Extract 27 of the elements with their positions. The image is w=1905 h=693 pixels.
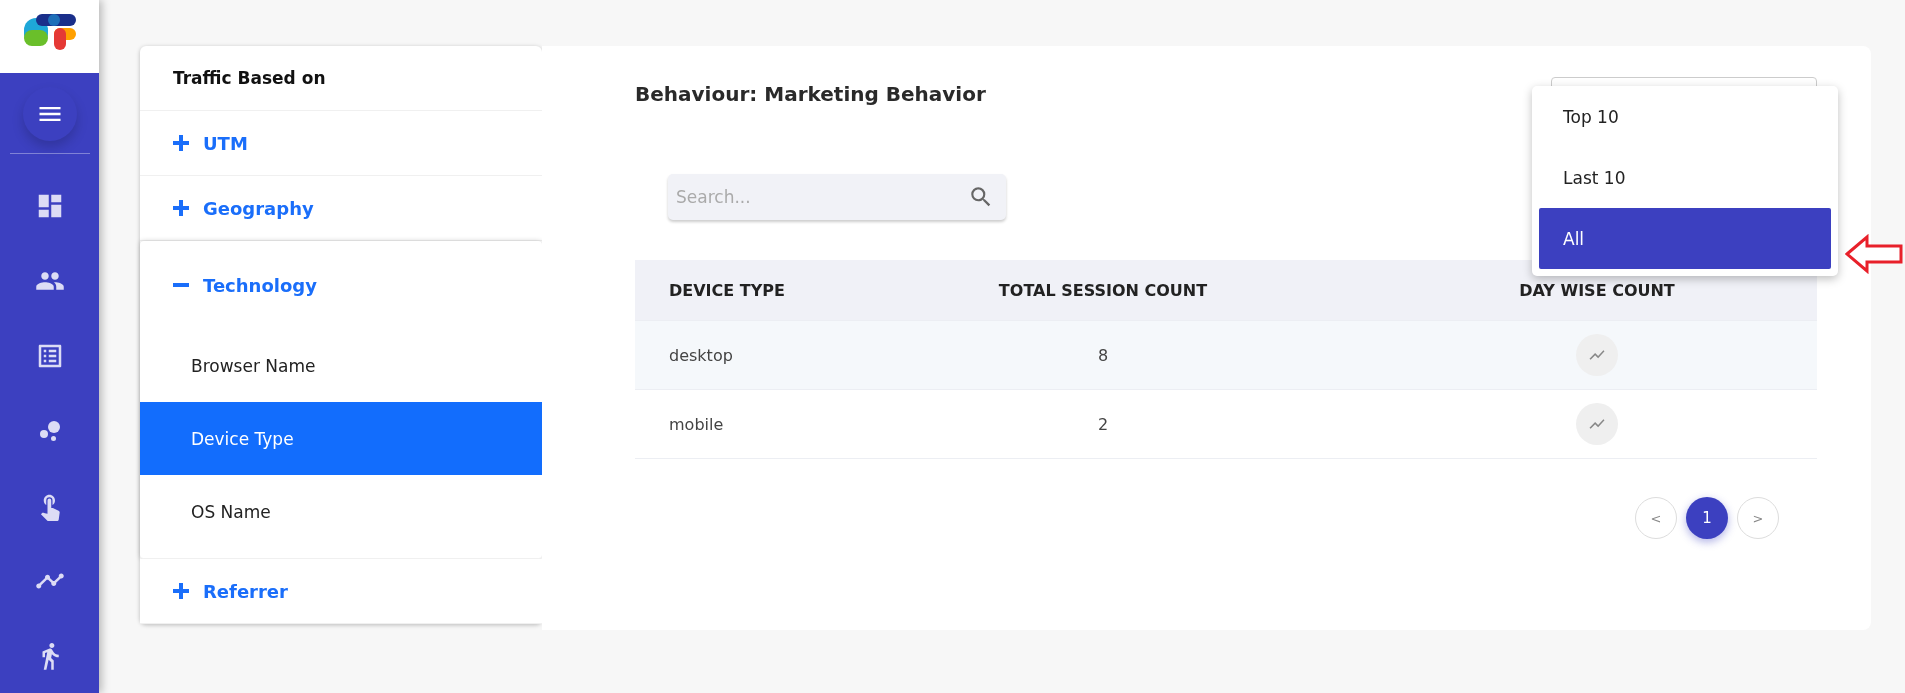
dropdown-option[interactable]: Last 10 — [1539, 147, 1831, 208]
menu-item[interactable]: Browser Name — [140, 329, 542, 402]
accordion-header[interactable]: Referrer — [140, 559, 542, 623]
menu-item[interactable]: OS Name — [140, 475, 542, 548]
minus-icon — [173, 283, 189, 287]
accordion-header[interactable]: UTM — [140, 111, 542, 175]
logo-icon — [21, 12, 78, 52]
column-header: DAY WISE COUNT — [1518, 280, 1675, 300]
table-cell-text: desktop — [668, 345, 734, 365]
column-header: TOTAL SESSION COUNT — [998, 280, 1208, 300]
table-cell-text: 8 — [1096, 345, 1110, 365]
column-header: DEVICE TYPE — [668, 280, 785, 300]
table-cell-text: mobile — [668, 414, 725, 434]
next-page-button[interactable]: > — [1737, 497, 1779, 539]
dropdown-option[interactable]: All — [1539, 208, 1831, 269]
menu-item[interactable]: Device Type — [140, 402, 542, 475]
page-button[interactable]: 1 — [1686, 497, 1728, 539]
plus-icon — [173, 135, 189, 151]
accordion-header[interactable]: Geography — [140, 176, 542, 240]
page-title: Behaviour: Marketing Behavior — [635, 81, 986, 108]
accordion-header[interactable]: Technology — [140, 241, 542, 329]
plus-icon — [173, 200, 189, 216]
search-field[interactable]: Search... — [668, 174, 1006, 220]
previous-page-button[interactable]: < — [1635, 497, 1677, 539]
dropdown-option[interactable]: Top 10 — [1539, 86, 1831, 147]
table-cell-text: 2 — [1096, 414, 1110, 434]
plus-icon — [173, 583, 189, 599]
